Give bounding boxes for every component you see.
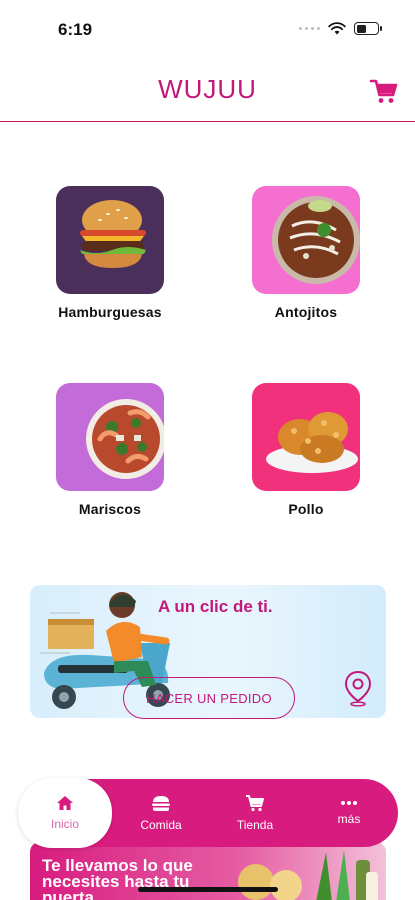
more-icon <box>341 801 357 805</box>
nav-label: Comida <box>140 817 182 832</box>
cart-icon <box>246 795 264 812</box>
mariscos-image <box>56 383 164 491</box>
status-time: 6:19 <box>58 20 93 39</box>
home-indicator <box>138 887 278 892</box>
nav-label: Inicio <box>50 817 79 831</box>
location-pin-icon <box>344 670 372 707</box>
category-label: Mariscos <box>78 501 142 517</box>
nav-inicio[interactable]: Inicio <box>18 778 112 848</box>
category-label: Antojitos <box>274 304 338 320</box>
promo-title: A un clic de ti. <box>158 597 273 616</box>
order-button[interactable]: HACER UN PEDIDO <box>123 677 295 719</box>
burger-icon <box>152 795 170 811</box>
category-pollo[interactable]: Pollo <box>231 383 381 517</box>
bottom-nav: Inicio Comida Tienda más <box>18 778 398 848</box>
signal-icon <box>299 27 320 30</box>
nav-label: más <box>337 812 361 826</box>
nav-label: Tienda <box>236 818 274 832</box>
status-icons <box>299 22 382 35</box>
promo2-text: Te llevamos lo que necesites hasta tu pu… <box>42 856 193 900</box>
home-icon <box>57 796 73 810</box>
category-label: Hamburguesas <box>58 304 162 320</box>
nav-comida[interactable]: Comida <box>116 779 206 847</box>
cart-icon <box>369 79 398 103</box>
pollo-image <box>252 383 360 491</box>
hamburguesas-image <box>56 186 164 294</box>
category-hamburguesas[interactable]: Hamburguesas <box>35 186 185 320</box>
category-mariscos[interactable]: Mariscos <box>35 383 185 517</box>
battery-icon <box>354 22 382 35</box>
category-label: Pollo <box>288 501 324 517</box>
wifi-icon <box>328 22 346 35</box>
status-bar: 6:19 <box>0 0 415 56</box>
nav-mas[interactable]: más <box>304 779 394 847</box>
app-header: WUJUU <box>0 56 415 122</box>
promo-banner: A un clic de ti. HACER UN PEDIDO <box>30 585 386 719</box>
nav-tienda[interactable]: Tienda <box>210 779 300 847</box>
antojitos-image <box>252 186 360 294</box>
category-antojitos[interactable]: Antojitos <box>231 186 381 320</box>
app-title: WUJUU <box>158 74 257 104</box>
cart-button[interactable] <box>369 76 399 106</box>
